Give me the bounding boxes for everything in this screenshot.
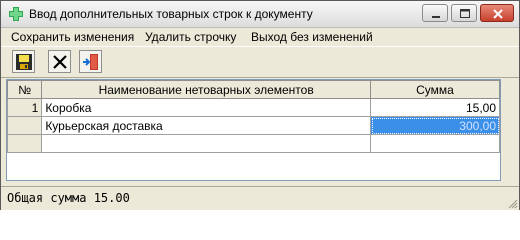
minimize-button[interactable] [422,4,448,22]
close-button[interactable] [480,4,514,22]
save-icon [16,54,32,70]
items-grid[interactable]: № Наименование нетоварных элементов Сумм… [6,79,501,181]
toolbar [1,46,519,78]
table-row[interactable]: Курьерская доставка 300,00 [7,116,500,135]
column-header-sum[interactable]: Сумма [370,80,500,99]
close-icon [493,9,503,19]
name-cell[interactable]: Коробка [41,98,371,117]
save-button[interactable] [12,50,35,73]
table-row[interactable] [7,134,500,153]
delete-icon [53,55,67,69]
column-header-number[interactable]: № [7,80,43,99]
dialog-window: Ввод дополнительных товарных строк к док… [0,0,520,210]
app-plus-icon [8,6,24,22]
grid-side-panel [501,79,513,181]
exit-button[interactable] [79,50,102,73]
row-number-cell [7,116,43,135]
name-cell[interactable]: Курьерская доставка [41,116,371,135]
sum-cell[interactable] [370,134,500,153]
resize-grip-icon[interactable] [506,197,518,209]
name-cell[interactable] [41,134,371,153]
sum-cell-selected[interactable]: 300,00 [370,116,500,135]
exit-door-icon [83,54,98,70]
window-title: Ввод дополнительных товарных строк к док… [29,7,313,21]
maximize-button[interactable] [451,4,477,22]
grid-header-row: № Наименование нетоварных элементов Сумм… [7,80,500,99]
minimize-icon [432,16,440,18]
menu-delete-row[interactable]: Удалить строчку [145,30,236,44]
title-bar[interactable]: Ввод дополнительных товарных строк к док… [1,1,519,28]
sum-cell[interactable]: 15,00 [370,98,500,117]
maximize-icon [460,9,470,18]
total-sum-status: Общая сумма 15.00 [7,191,130,205]
row-number-cell: 1 [7,98,43,117]
row-number-cell [7,134,43,153]
delete-button[interactable] [48,50,71,73]
status-bar: Общая сумма 15.00 [1,186,519,210]
menu-save-changes[interactable]: Сохранить изменения [11,30,134,44]
column-header-name[interactable]: Наименование нетоварных элементов [41,80,371,99]
table-row[interactable]: 1 Коробка 15,00 [7,98,500,117]
menu-bar: Сохранить изменения Удалить строчку Выхо… [1,28,519,46]
menu-exit-without-changes[interactable]: Выход без изменений [251,30,373,44]
